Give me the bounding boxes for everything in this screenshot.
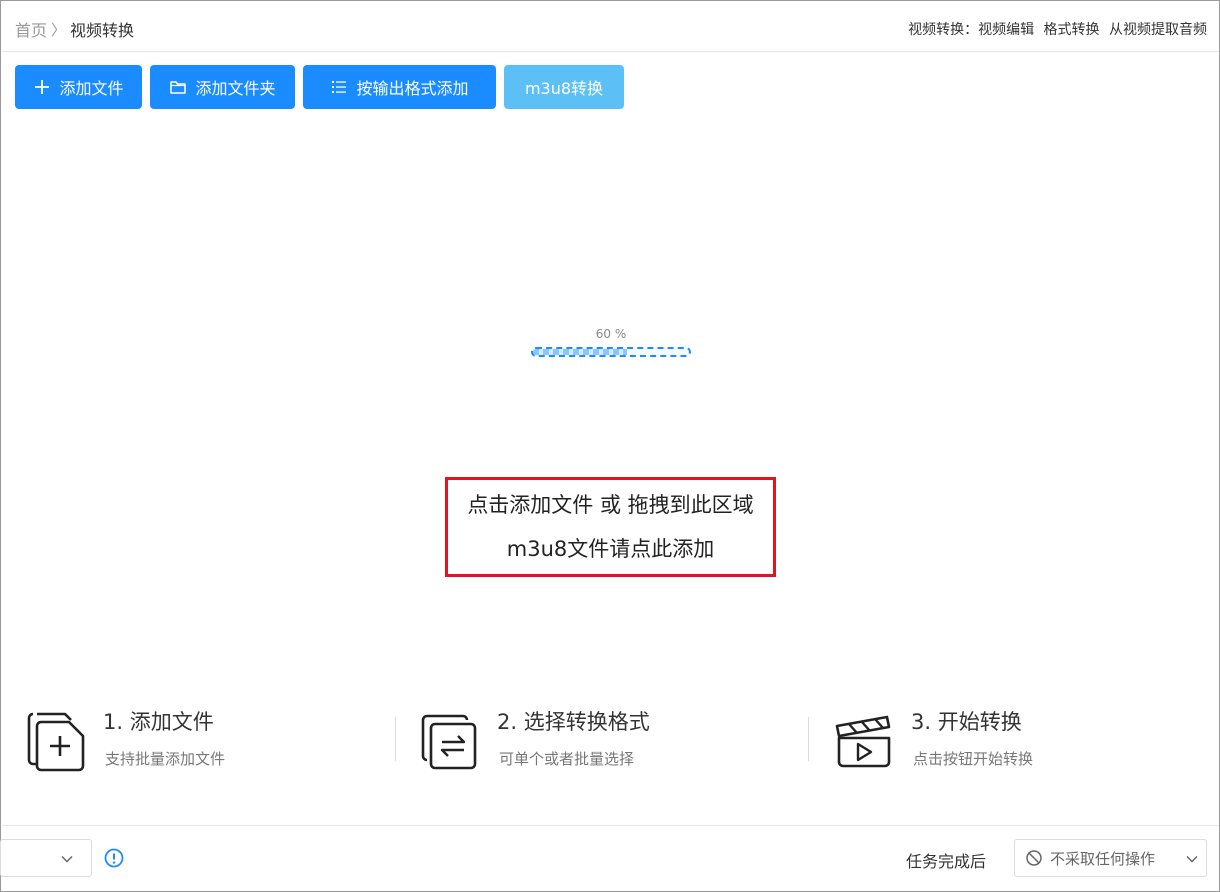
add-file-label: 添加文件 [59, 79, 124, 98]
breadcrumb: 首页 〉 视频转换 [15, 17, 134, 41]
plus-icon [33, 78, 51, 96]
after-complete-value: 不采取任何操作 [1050, 849, 1156, 868]
add-by-output-format-label: 按输出格式添加 [356, 79, 469, 98]
m3u8-convert-label: m3u8转换 [524, 79, 604, 98]
add-file-button[interactable]: 添加文件 [15, 65, 142, 109]
add-folder-button[interactable]: 添加文件夹 [150, 65, 295, 109]
drop-zone-hint: 点击添加文件 或 拖拽到此区域 [467, 493, 754, 517]
step-3-title: 3. 开始转换 [911, 710, 1022, 734]
step-divider [395, 717, 396, 761]
progress-bar-fill [533, 349, 627, 355]
quick-link-video-edit[interactable]: 视频编辑 [978, 22, 1034, 38]
step-1-desc: 支持批量添加文件 [105, 750, 226, 768]
quick-links-prefix: 视频转换： [908, 22, 979, 38]
step-2-desc: 可单个或者批量选择 [499, 750, 635, 768]
add-by-output-format-button[interactable]: 按输出格式添加 [303, 65, 496, 109]
after-complete-label: 任务完成后 [906, 852, 987, 871]
convert-format-icon [417, 706, 481, 772]
file-drop-zone[interactable]: 点击添加文件 或 拖拽到此区域 m3u8文件请点此添加 [445, 477, 776, 577]
chevron-down-icon [1185, 851, 1199, 865]
ban-icon [1025, 849, 1043, 867]
after-complete-select[interactable]: 不采取任何操作 [1014, 839, 1207, 877]
folder-icon [169, 78, 187, 96]
clapperboard-icon [831, 706, 895, 772]
bottom-bar: 任务完成后 不采取任何操作 [0, 825, 1219, 891]
app-window: 首页 〉 视频转换 视频转换：视频编辑 格式转换 从视频提取音频 添加文件 添加… [0, 0, 1220, 892]
add-file-icon [23, 706, 87, 772]
header-quick-links: 视频转换：视频编辑 格式转换 从视频提取音频 [908, 19, 1207, 39]
quick-link-format-convert[interactable]: 格式转换 [1044, 22, 1100, 38]
list-icon [330, 78, 348, 96]
add-folder-label: 添加文件夹 [195, 79, 276, 98]
quick-link-extract-audio[interactable]: 从视频提取音频 [1109, 22, 1207, 38]
header: 首页 〉 视频转换 视频转换：视频编辑 格式转换 从视频提取音频 [2, 2, 1219, 52]
output-select[interactable] [0, 839, 92, 877]
step-3-desc: 点击按钮开始转换 [913, 750, 1034, 768]
step-2-title: 2. 选择转换格式 [497, 710, 650, 734]
breadcrumb-separator: 〉 [51, 20, 67, 39]
m3u8-convert-button[interactable]: m3u8转换 [504, 65, 624, 109]
m3u8-add-hint[interactable]: m3u8文件请点此添加 [507, 527, 715, 571]
chevron-down-icon [60, 851, 74, 865]
step-divider [808, 717, 809, 761]
step-1-title: 1. 添加文件 [103, 710, 214, 734]
progress-percent: 60 % [595, 327, 627, 341]
info-icon[interactable] [103, 847, 125, 869]
breadcrumb-home[interactable]: 首页 [15, 17, 47, 41]
breadcrumb-current: 视频转换 [70, 21, 135, 40]
progress-bar [531, 347, 691, 357]
